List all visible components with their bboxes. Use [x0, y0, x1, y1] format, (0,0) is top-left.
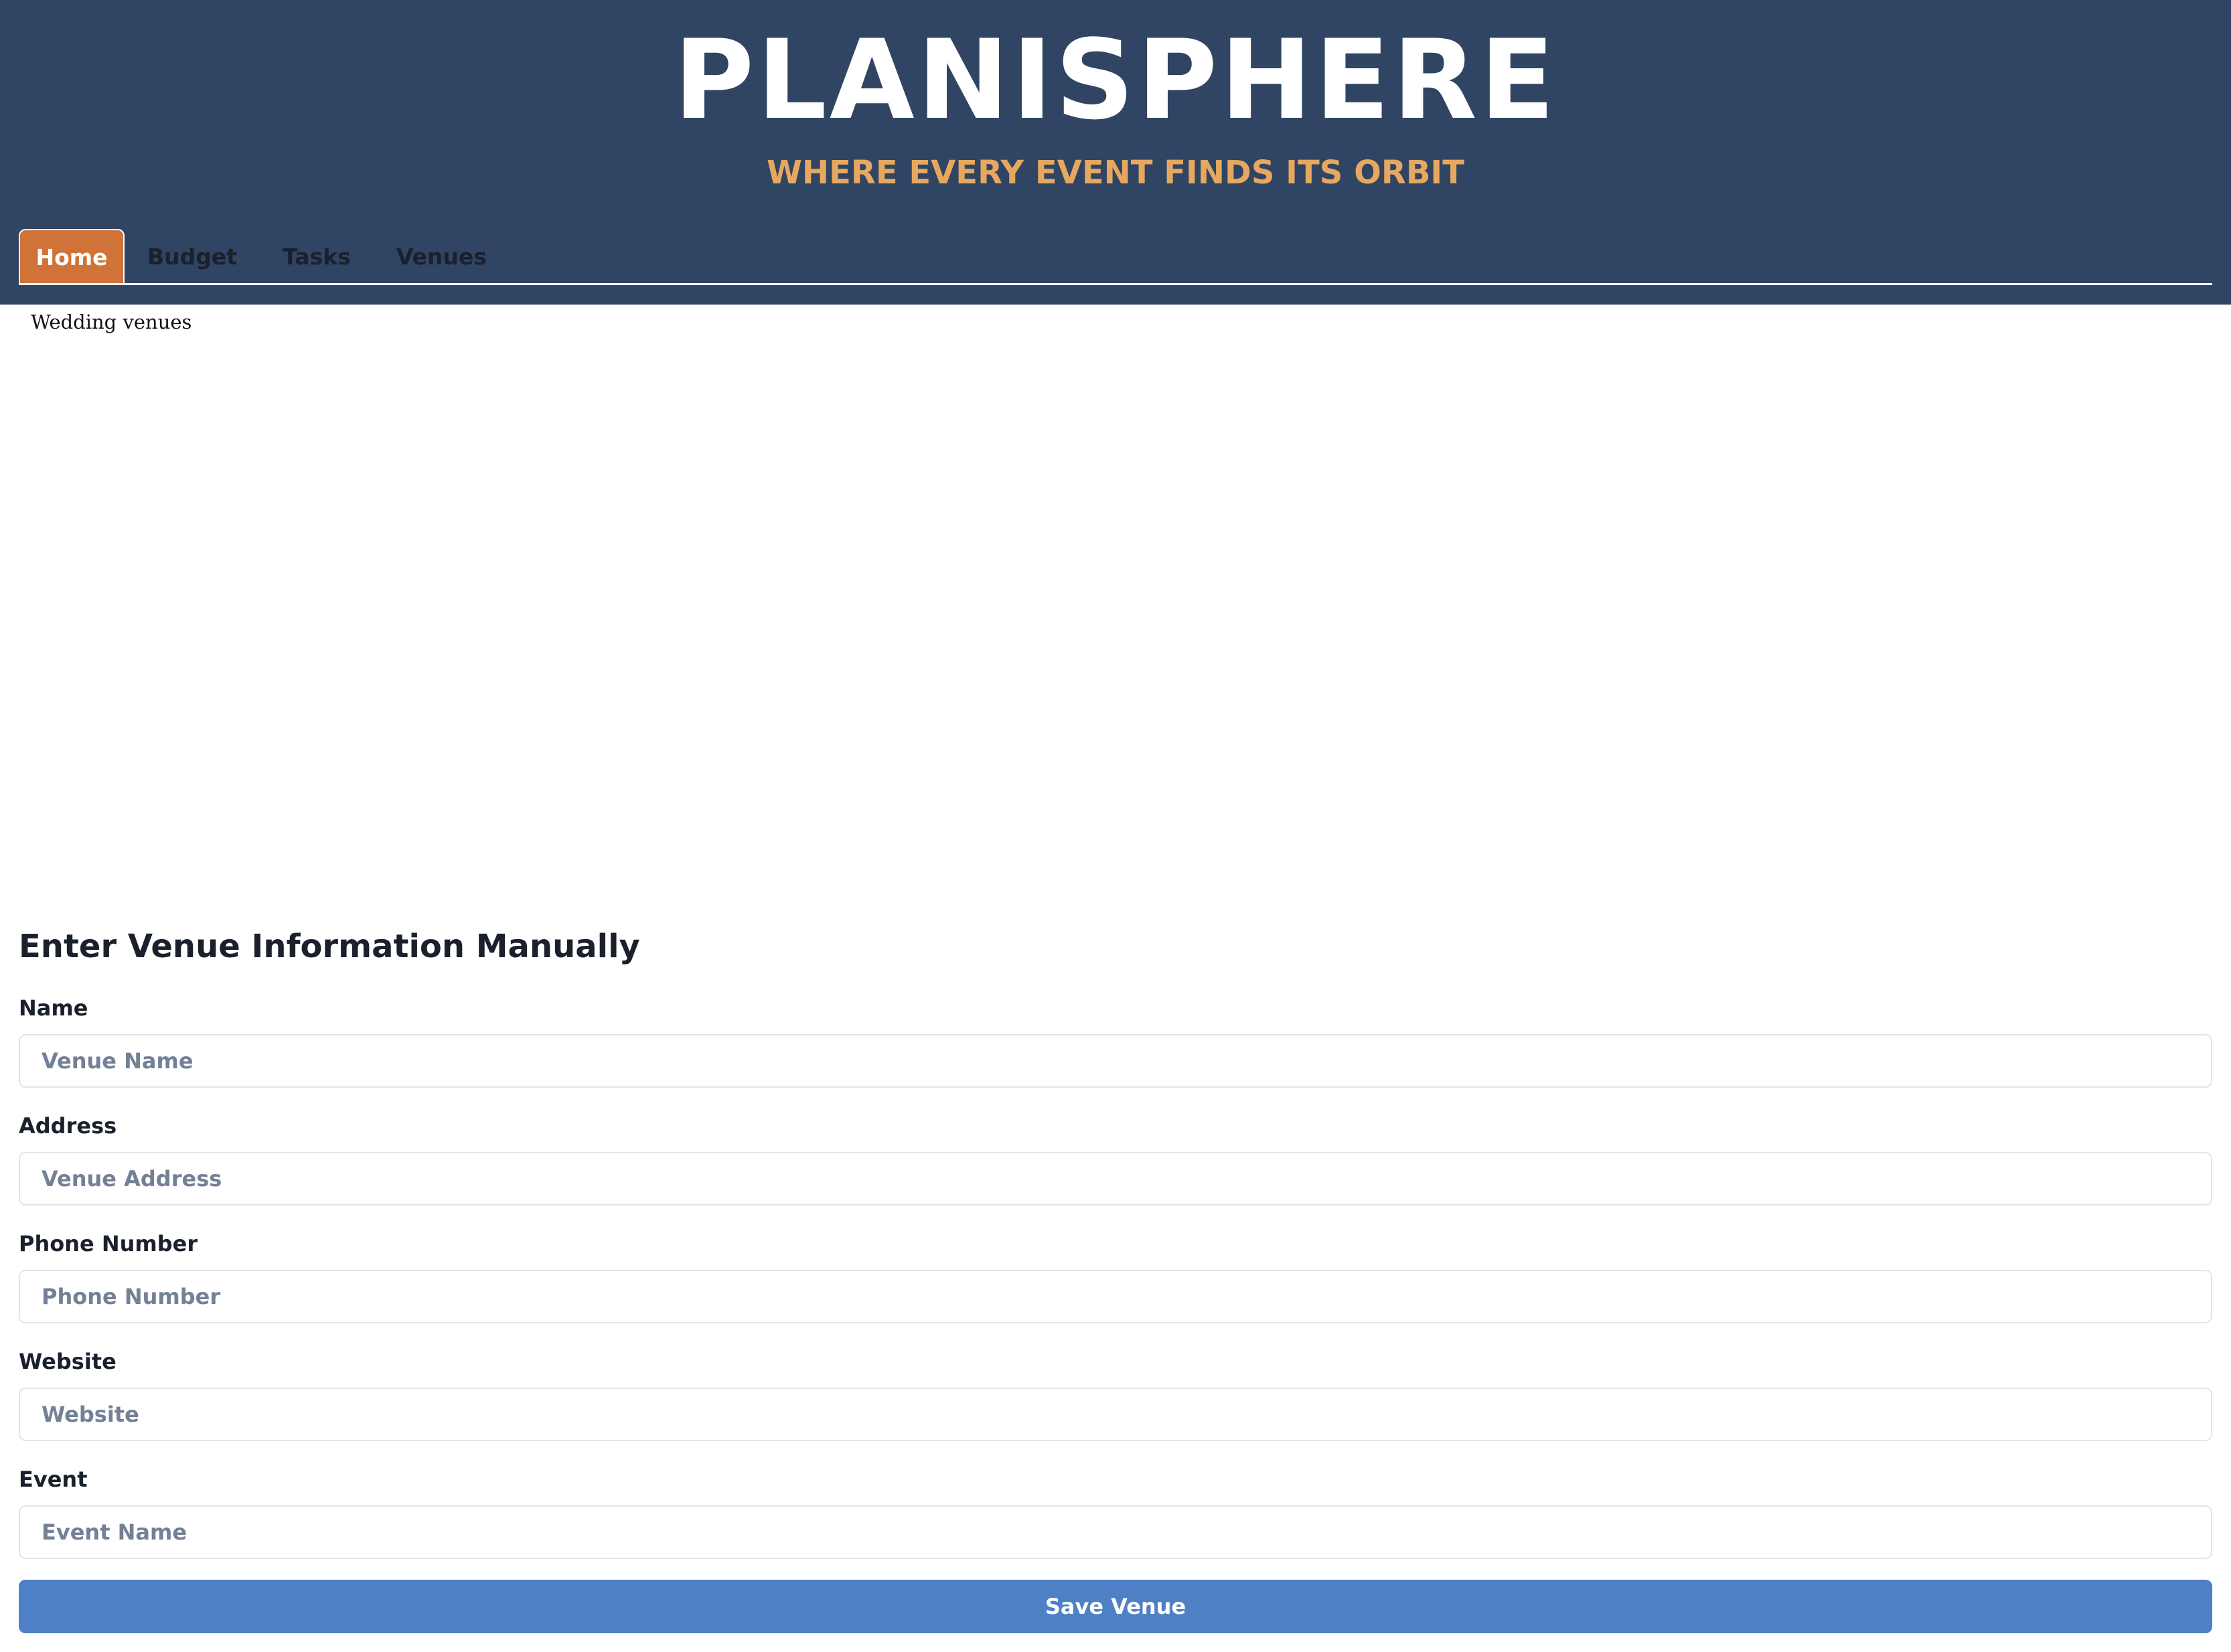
name-label: Name [19, 995, 88, 1021]
tab-tasks[interactable]: Tasks [260, 229, 374, 284]
event-name-input[interactable] [19, 1505, 2212, 1559]
event-label: Event [19, 1467, 88, 1492]
address-label: Address [19, 1113, 117, 1139]
app-header: PLANISPHERE WHERE EVERY EVENT FINDS ITS … [0, 0, 2231, 305]
tab-bar: Home Budget Tasks Venues [19, 229, 510, 284]
app-title: PLANISPHERE [674, 16, 1557, 144]
website-input[interactable] [19, 1388, 2212, 1441]
tab-divider [19, 283, 2212, 285]
tab-home[interactable]: Home [19, 229, 125, 284]
venue-name-input[interactable] [19, 1034, 2212, 1088]
tab-venues[interactable]: Venues [374, 229, 510, 284]
website-label: Website [19, 1349, 117, 1374]
phone-number-input[interactable] [19, 1270, 2212, 1323]
form-title: Enter Venue Information Manually [19, 928, 640, 965]
app-subtitle: WHERE EVERY EVENT FINDS ITS ORBIT [766, 154, 1465, 191]
phone-number-label: Phone Number [19, 1231, 198, 1256]
venues-image-placeholder: Wedding venues [31, 311, 192, 333]
save-venue-button[interactable]: Save Venue [19, 1580, 2212, 1633]
venue-address-input[interactable] [19, 1152, 2212, 1206]
tab-budget[interactable]: Budget [125, 229, 260, 284]
